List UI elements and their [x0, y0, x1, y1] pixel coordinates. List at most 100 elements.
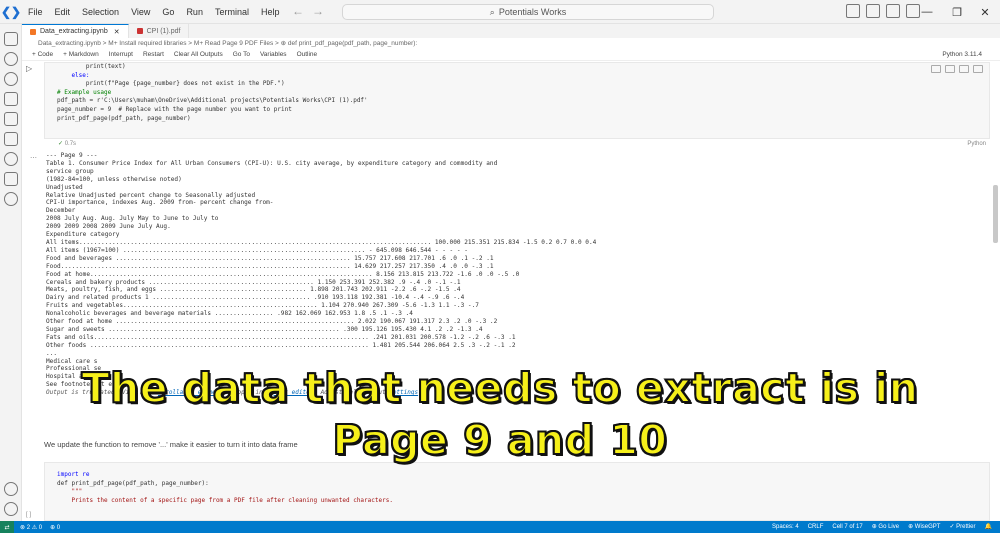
cell-language[interactable]: Python — [967, 139, 986, 149]
output-line: service group — [46, 167, 94, 175]
output-line: (1982-84=100, unless otherwise noted) — [46, 175, 182, 183]
output-line: All items...............................… — [46, 238, 597, 246]
breadcrumb[interactable]: Data_extracting.ipynb > M+ Install requi… — [22, 38, 1000, 49]
output-line: Expenditure category — [46, 231, 120, 239]
add-code-button[interactable]: + Code — [32, 51, 53, 58]
close-window-icon[interactable]: ✕ — [970, 2, 1000, 22]
menu-file[interactable]: File — [22, 0, 49, 24]
code-line: def print_pdf_page(pdf_path, page_number… — [57, 479, 209, 487]
command-center-search[interactable]: ⌕ Potentials Works — [342, 4, 714, 20]
search-icon: ⌕ — [489, 6, 495, 17]
code-line: print(text) — [57, 63, 126, 70]
search-activity-icon[interactable] — [4, 52, 18, 66]
toggle-secondary-sidebar-icon[interactable] — [886, 4, 900, 18]
delete-cell-icon[interactable] — [973, 65, 983, 73]
prettier-indicator[interactable]: ✓ Prettier — [949, 521, 975, 533]
output-actions-icon[interactable]: ⋯ — [30, 154, 37, 162]
explorer-icon[interactable] — [4, 32, 18, 46]
goto-button[interactable]: Go To — [233, 51, 250, 58]
remote-indicator-icon[interactable]: ⇄ — [0, 521, 14, 533]
menu-help[interactable]: Help — [255, 0, 286, 24]
output-line: Table 1. Consumer Price Index for All Ur… — [46, 159, 498, 167]
extensions-icon[interactable] — [4, 112, 18, 126]
output-line: Sugar and sweets .......................… — [46, 325, 483, 333]
menu-bar: File Edit Selection View Go Run Terminal… — [22, 0, 285, 24]
tab-label: CPI (1).pdf — [146, 27, 181, 35]
close-tab-icon[interactable]: ✕ — [114, 28, 120, 36]
indentation-indicator[interactable]: Spaces: 4 — [772, 521, 799, 533]
code-line: # Example usage — [57, 88, 112, 96]
run-cell-icon[interactable]: ▷ — [26, 64, 32, 73]
cell-position-indicator[interactable]: Cell 7 of 17 — [832, 521, 862, 533]
forward-arrow-icon[interactable]: → — [306, 4, 330, 18]
notebook-file-icon — [30, 28, 36, 35]
interrupt-button[interactable]: Interrupt — [109, 51, 133, 58]
variables-button[interactable]: Variables — [260, 51, 287, 58]
output-line: Food at home............................… — [46, 270, 520, 278]
code-cell-2[interactable]: import re def print_pdf_page(pdf_path, p… — [44, 462, 990, 521]
output-line: All items (1967=100) ...................… — [46, 246, 468, 254]
outline-button[interactable]: Outline — [297, 51, 318, 58]
menu-terminal[interactable]: Terminal — [209, 0, 255, 24]
problems-indicator[interactable]: ⊗ 2 ⚠ 0 — [20, 524, 42, 531]
output-line: Unadjusted — [46, 183, 83, 191]
caption-line-2: Page 9 and 10 — [332, 415, 668, 465]
account-icon[interactable] — [4, 482, 18, 496]
search-text: Potentials Works — [498, 7, 567, 17]
vertical-scrollbar[interactable] — [993, 185, 998, 243]
output-line: Other food at home .....................… — [46, 318, 498, 326]
code-cell[interactable]: print(text) else: print(f"Page {page_num… — [44, 62, 990, 139]
menu-run[interactable]: Run — [180, 0, 209, 24]
output-line: Dairy and related products 1 ...........… — [46, 294, 465, 302]
add-markdown-button[interactable]: + Markdown — [63, 51, 99, 58]
output-line: December — [46, 207, 76, 215]
output-line: Cereals and bakery products ............… — [46, 278, 461, 286]
go-live-button[interactable]: ⊕ Go Live — [872, 521, 899, 533]
notifications-bell-icon[interactable]: 🔔 — [985, 521, 992, 533]
code-line: """ — [57, 488, 83, 496]
clear-outputs-button[interactable]: Clear All Outputs — [174, 51, 223, 58]
wisegpt-button[interactable]: ⊕ WiseGPT — [908, 521, 940, 533]
output-line: 2008 July Aug. Aug. July May to June to … — [46, 215, 219, 223]
python-icon[interactable] — [4, 192, 18, 206]
run-debug-icon[interactable] — [4, 92, 18, 106]
code-line: page_number = 9 # Replace with the page … — [57, 105, 292, 113]
manage-gear-icon[interactable] — [4, 502, 18, 516]
cell-toolbar — [931, 65, 983, 73]
title-bar: ❮❯ File Edit Selection View Go Run Termi… — [0, 0, 1000, 24]
output-line: Food and beverages .....................… — [46, 254, 494, 262]
code-line: print_pdf_page(pdf_path, page_number) — [57, 114, 191, 122]
output-line: Meats, poultry, fish, and eggs .........… — [46, 286, 461, 294]
menu-view[interactable]: View — [125, 0, 156, 24]
output-line: Fats and oils...........................… — [46, 333, 516, 341]
source-control-icon[interactable] — [4, 72, 18, 86]
restart-button[interactable]: Restart — [143, 51, 164, 58]
minimize-icon[interactable]: — — [912, 2, 942, 22]
kernel-picker[interactable]: Python 3.11.4 — [942, 49, 982, 61]
run-by-line-icon[interactable] — [931, 65, 941, 73]
cell-execution-count: [ ] — [26, 512, 32, 518]
split-cell-icon[interactable] — [945, 65, 955, 73]
toggle-sidebar-icon[interactable] — [846, 4, 860, 18]
menu-selection[interactable]: Selection — [76, 0, 125, 24]
eol-indicator[interactable]: CRLF — [808, 521, 824, 533]
execution-time: 0.7s — [64, 141, 77, 147]
testing-icon[interactable] — [4, 132, 18, 146]
check-icon: ✓ — [58, 141, 64, 147]
output-line: Other foods ............................… — [46, 341, 516, 349]
video-caption-overlay: The data that needs to extract is in Pag… — [0, 362, 1000, 466]
toggle-panel-icon[interactable] — [866, 4, 880, 18]
ports-indicator[interactable]: ⊕ 0 — [50, 524, 60, 531]
tab-cpi-pdf[interactable]: CPI (1).pdf — [129, 24, 190, 38]
status-bar: ⇄ ⊗ 2 ⚠ 0 ⊕ 0 Spaces: 4 CRLF Cell 7 of 1… — [0, 521, 1000, 533]
menu-go[interactable]: Go — [156, 0, 180, 24]
cell-execution-status: ✓ 0.7s Python — [44, 139, 990, 149]
output-line: CPI-U importance, indexes Aug. 2009 from… — [46, 199, 274, 207]
tab-data-extracting[interactable]: Data_extracting.ipynb ✕ — [22, 24, 129, 38]
database-icon[interactable] — [4, 172, 18, 186]
menu-edit[interactable]: Edit — [49, 0, 77, 24]
output-line: Fruits and vegetables...................… — [46, 302, 479, 310]
maximize-icon[interactable]: ❐ — [942, 2, 972, 22]
more-actions-icon[interactable] — [959, 65, 969, 73]
remote-explorer-icon[interactable] — [4, 152, 18, 166]
